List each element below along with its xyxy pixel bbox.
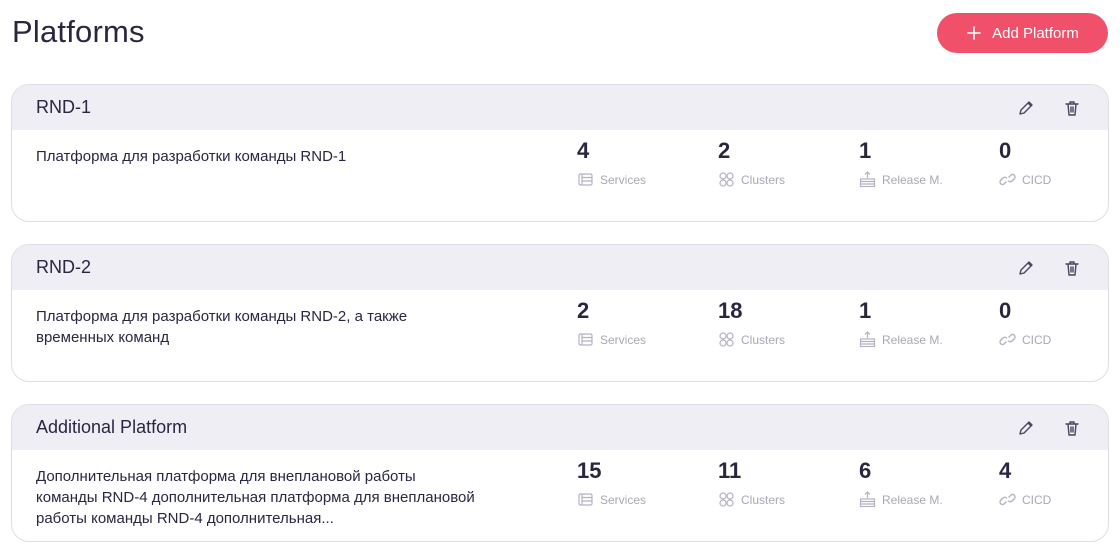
platform-card: Additional Platform Дополнительная платф…	[11, 404, 1109, 542]
platform-description: Дополнительная платформа для внеплановой…	[36, 468, 475, 527]
cicd-icon	[999, 333, 1016, 346]
release-stat: 1 Release M.	[859, 138, 943, 188]
delete-button[interactable]	[1060, 416, 1084, 440]
services-label: Services	[600, 332, 647, 347]
services-icon	[578, 493, 593, 506]
services-stat: 4 Services	[577, 138, 646, 188]
clusters-count: 18	[718, 298, 743, 323]
pencil-icon	[1019, 261, 1033, 275]
add-platform-button[interactable]: Add Platform	[937, 13, 1108, 53]
cicd-stat: 0 CICD	[999, 138, 1051, 188]
trash-icon	[1065, 101, 1079, 116]
platform-card-header: Additional Platform	[12, 405, 1108, 450]
delete-button[interactable]	[1060, 256, 1084, 280]
cicd-count: 4	[999, 458, 1012, 483]
services-stat: 15 Services	[577, 458, 646, 508]
release-count: 6	[859, 458, 872, 483]
cicd-icon	[999, 173, 1016, 186]
services-icon	[578, 173, 593, 186]
cicd-icon	[999, 493, 1016, 506]
platform-name: RND-1	[36, 97, 92, 117]
platform-card: RND-2 Платформа для разработки команды R…	[11, 244, 1109, 382]
platform-card-header: RND-2	[12, 245, 1108, 290]
release-label: Release M.	[882, 492, 943, 507]
plus-icon	[967, 26, 981, 40]
release-icon	[859, 331, 876, 348]
platform-card: RND-1 Платформа для разработки команды R…	[11, 84, 1109, 222]
pencil-icon	[1019, 421, 1033, 435]
clusters-stat: 18 Clusters	[718, 298, 785, 348]
cicd-count: 0	[999, 298, 1012, 323]
release-label: Release M.	[882, 332, 943, 347]
clusters-label: Clusters	[741, 492, 786, 507]
edit-button[interactable]	[1014, 96, 1038, 120]
release-label: Release M.	[882, 172, 943, 187]
platform-name: RND-2	[36, 257, 92, 277]
clusters-stat: 11 Clusters	[718, 458, 785, 508]
cicd-stat: 4 CICD	[999, 458, 1051, 508]
services-count: 15	[577, 458, 602, 483]
services-icon	[578, 333, 593, 346]
release-stat: 6 Release M.	[859, 458, 943, 508]
platform-description: Платформа для разработки команды RND-2, …	[36, 308, 408, 346]
pencil-icon	[1019, 101, 1033, 115]
services-stat: 2 Services	[577, 298, 646, 348]
release-count: 1	[859, 298, 872, 323]
clusters-label: Clusters	[741, 172, 786, 187]
services-label: Services	[600, 492, 647, 507]
clusters-icon	[719, 332, 734, 347]
clusters-count: 11	[718, 458, 742, 483]
trash-icon	[1065, 261, 1079, 276]
services-count: 4	[577, 138, 590, 163]
delete-button[interactable]	[1060, 96, 1084, 120]
cicd-label: CICD	[1022, 492, 1052, 507]
edit-button[interactable]	[1014, 416, 1038, 440]
release-count: 1	[859, 138, 872, 163]
cicd-stat: 0 CICD	[999, 298, 1051, 348]
platform-name: Additional Platform	[36, 417, 188, 437]
add-platform-label: Add Platform	[992, 24, 1079, 42]
release-icon	[859, 171, 876, 188]
edit-button[interactable]	[1014, 256, 1038, 280]
clusters-count: 2	[718, 138, 731, 163]
release-icon	[859, 491, 876, 508]
clusters-icon	[719, 492, 734, 507]
page-title: Platforms	[12, 14, 145, 49]
release-stat: 1 Release M.	[859, 298, 943, 348]
clusters-icon	[719, 172, 734, 187]
clusters-stat: 2 Clusters	[718, 138, 785, 188]
cicd-label: CICD	[1022, 332, 1052, 347]
clusters-label: Clusters	[741, 332, 786, 347]
platform-card-header: RND-1	[12, 85, 1108, 130]
platform-description: Платформа для разработки команды RND-1	[36, 148, 347, 165]
cicd-label: CICD	[1022, 172, 1052, 187]
services-count: 2	[577, 298, 590, 323]
services-label: Services	[600, 172, 647, 187]
cicd-count: 0	[999, 138, 1012, 163]
trash-icon	[1065, 421, 1079, 436]
